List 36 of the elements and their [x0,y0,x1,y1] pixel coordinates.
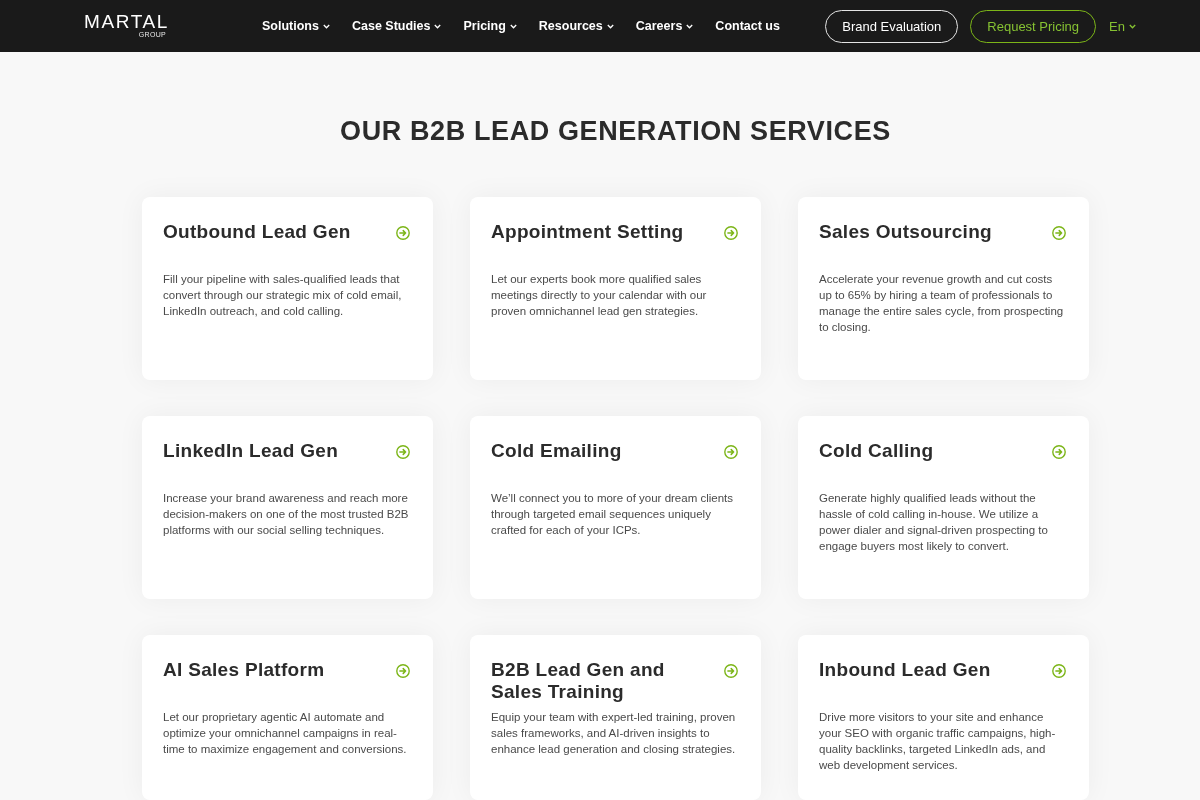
card-title: Sales Outsourcing [819,221,992,243]
arrow-circle-icon[interactable] [724,664,738,678]
card-description: Increase your brand awareness and reach more decision-makers on one of the most trusted B2B platforms with our social selling techniques. [163,491,410,538]
arrow-circle-icon[interactable] [1052,445,1066,459]
nav-link[interactable]: Pricing [463,15,517,37]
language-selector[interactable]: En [1109,16,1136,36]
card-title: B2B Lead Gen and Sales Training [491,659,666,703]
card-title: LinkedIn Lead Gen [163,440,339,462]
arrow-circle-icon[interactable] [724,445,738,459]
card-description: Let our experts book more qualified sales meetings directly to your calendar with our proven omnichannel lead gen strategies. [491,272,708,319]
logo-wordmark: MARTAL [84,13,169,31]
arrow-circle-icon[interactable] [396,226,410,240]
card-title: Cold Emailing [491,440,622,462]
card-description: We’ll connect you to more of your dream clients through targeted email sequences uniquely crafted for each of your ICPs. [491,491,735,538]
nav-link[interactable]: Careers [635,15,694,37]
card-description: Let our proprietary agentic AI automate and optimize your omnichannel campaigns in real-time to maximize engagement and conversions. [163,710,408,757]
arrow-circle-icon[interactable] [724,226,738,240]
card-description: Generate highly qualified leads without the hassle of cold calling in-house. We utilize a power dialer and signal-driven prospecting to engage buyers most likely to convert. [819,491,1049,554]
card-title: Cold Calling [819,440,934,462]
nav-link[interactable]: Solutions [262,15,330,37]
card-description: Equip your team with expert-led training, proven sales frameworks, and AI-driven insights to enhance lead generation and closing strategies. [491,710,737,757]
arrow-circle-icon[interactable] [1052,664,1066,678]
section-title: OUR B2B LEAD GENERATION SERVICES [339,115,892,148]
arrow-circle-icon[interactable] [1052,226,1066,240]
card-description: Drive more visitors to your site and enhance your SEO with organic traffic campaigns, high-quality backlinks, targeted LinkedIn ads, and web development services. [819,710,1057,773]
card-title: Appointment Setting [491,221,684,243]
arrow-circle-icon[interactable] [396,445,410,459]
card-title: AI Sales Platform [163,659,325,681]
nav-link[interactable]: Contact us [715,15,780,37]
nav-link[interactable]: Resources [538,15,614,37]
card-description: Accelerate your revenue growth and cut costs up to 65% by hiring a team of professionals to manage the entire sales cycle, from prospecting to closing. [819,272,1065,335]
card-description: Fill your pipeline with sales-qualified leads that convert through our strategic mix of cold email, LinkedIn outreach, and cold calling. [163,272,403,319]
arrow-circle-icon[interactable] [396,664,410,678]
card-title: Inbound Lead Gen [819,659,991,681]
nav-link[interactable]: Case Studies [351,15,442,37]
card-title: Outbound Lead Gen [163,221,351,243]
